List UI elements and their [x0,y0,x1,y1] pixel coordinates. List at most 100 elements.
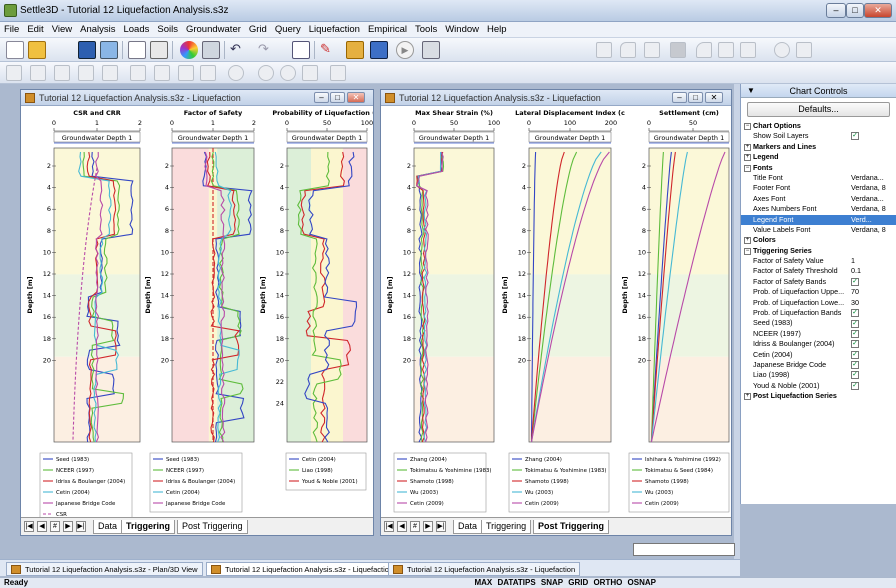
child-minimize-button[interactable]: – [672,92,687,103]
grid-a-icon[interactable] [6,65,22,81]
property-category[interactable]: + Colors [741,235,896,245]
calculator-icon[interactable] [422,41,440,59]
property-row[interactable]: Title Font Verdana... [741,173,896,183]
prev-nav-icon[interactable]: ◀ [37,521,47,532]
nodes-icon[interactable] [796,42,812,58]
window-tab-plan3d[interactable]: Tutorial 12 Liquefaction Analysis.s3z - … [6,562,203,576]
property-value[interactable]: Verdana, 8 [851,204,886,214]
tab-triggering[interactable]: Triggering [481,520,532,534]
property-row[interactable]: Liao (1998) ✓ [741,370,896,380]
property-value[interactable]: Verdana, 8 [851,225,886,235]
frame-icon[interactable] [644,42,660,58]
child-close-button[interactable]: ✕ [705,92,723,103]
menu-soils[interactable]: Soils [153,22,182,35]
property-row[interactable]: NCEER (1997) ✓ [741,329,896,339]
menu-file[interactable]: File [0,22,23,35]
property-row[interactable]: Axes Numbers Font Verdana, 8 [741,204,896,214]
property-row[interactable]: Youd & Noble (2001) ✓ [741,381,896,391]
tab-data[interactable]: Data [453,520,483,534]
property-row[interactable]: Prob. of Liquefaction Bands ✓ [741,308,896,318]
box-icon[interactable] [596,42,612,58]
checkbox[interactable]: ✓ [851,360,859,370]
property-row[interactable]: Footer Font Verdana, 8 [741,183,896,193]
wedge-icon[interactable] [718,42,734,58]
property-category[interactable]: + Post Liquefaction Series [741,391,896,401]
window-tab-liquefaction-1[interactable]: Tutorial 12 Liquefaction Analysis.s3z - … [206,562,399,576]
image-icon[interactable] [202,41,220,59]
menu-analysis[interactable]: Analysis [76,22,119,35]
first-nav-icon[interactable]: |◀ [384,521,394,532]
print-preview-icon[interactable] [128,41,146,59]
rotate-icon[interactable] [774,42,790,58]
load-icon[interactable] [200,65,216,81]
color-wheel-icon[interactable] [180,41,198,59]
checkbox[interactable]: ✓ [851,339,859,349]
checkbox[interactable]: ✓ [851,329,859,339]
nodes-small-icon[interactable] [102,65,118,81]
last-nav-icon[interactable]: ▶| [436,521,446,532]
property-category[interactable]: − Triggering Series [741,246,896,256]
property-row[interactable]: Value Labels Font Verdana, 8 [741,225,896,235]
expand-icon[interactable]: + [744,237,751,245]
grid-box-icon[interactable] [670,42,686,58]
chart-icon[interactable] [346,41,364,59]
save-all-icon[interactable] [100,41,118,59]
undo-icon[interactable]: ↶ [230,41,248,59]
menu-window[interactable]: Window [441,22,483,35]
property-row[interactable]: Factor of Safety Bands ✓ [741,277,896,287]
property-row[interactable]: Prob. of Liquefaction Uppe... 70 [741,287,896,297]
last-nav-icon[interactable]: ▶| [76,521,86,532]
next-nav-icon[interactable]: ▶ [63,521,73,532]
menu-edit[interactable]: Edit [23,22,47,35]
network-icon[interactable] [130,65,146,81]
grid-d-icon[interactable] [78,65,94,81]
curve-box-icon[interactable] [620,42,636,58]
play-icon[interactable]: ▶ [396,41,414,59]
child-restore-button[interactable]: □ [688,92,703,103]
maximize-button[interactable]: □ [846,3,864,18]
pen-icon[interactable]: ✎ [320,41,338,59]
property-category[interactable]: + Legend [741,152,896,162]
menu-tools[interactable]: Tools [411,22,441,35]
property-row[interactable]: Japanese Bridge Code ✓ [741,360,896,370]
pan-icon[interactable] [302,65,318,81]
property-value[interactable]: Verd... [851,215,872,225]
expand-icon[interactable]: − [744,247,751,255]
property-value[interactable]: 1 [851,256,855,266]
grid-b-icon[interactable] [30,65,46,81]
new-file-icon[interactable] [6,41,24,59]
expand-icon[interactable]: − [744,164,751,172]
checkbox[interactable]: ✓ [851,350,859,360]
menu-grid[interactable]: Grid [245,22,271,35]
zoom-out-icon[interactable] [280,65,296,81]
prev-nav-icon[interactable]: ◀ [397,521,407,532]
property-row[interactable]: Show Soil Layers ✓ [741,131,896,141]
hash-nav-icon[interactable]: # [410,521,420,532]
property-row[interactable]: Cetin (2004) ✓ [741,350,896,360]
property-row[interactable]: Prob. of Liquefaction Lowe... 30 [741,298,896,308]
child-close-button[interactable]: ✕ [347,92,365,103]
grid-c-icon[interactable] [54,65,70,81]
property-row[interactable]: Legend Font Verd... [741,214,896,225]
property-category[interactable]: − Chart Options [741,121,896,131]
next-nav-icon[interactable]: ▶ [423,521,433,532]
collapse-arrow-icon[interactable]: ▼ [747,84,755,98]
property-row[interactable]: Factor of Safety Threshold 0.1 [741,266,896,276]
first-nav-icon[interactable]: |◀ [24,521,34,532]
expand-icon[interactable]: + [744,154,751,162]
property-value[interactable]: 30 [851,298,859,308]
hash-nav-icon[interactable]: # [50,521,60,532]
property-category[interactable]: + Markers and Lines [741,142,896,152]
expand-icon[interactable]: + [744,393,751,401]
checkbox[interactable]: ✓ [851,318,859,328]
checkbox[interactable]: ✓ [851,308,859,318]
checkbox[interactable]: ✓ [851,277,859,287]
split-view-icon[interactable] [292,41,310,59]
menu-view[interactable]: View [48,22,76,35]
tab-post-triggering[interactable]: Post Triggering [177,520,248,534]
menu-help[interactable]: Help [483,22,511,35]
menu-liquefaction[interactable]: Liquefaction [305,22,364,35]
report-icon[interactable] [370,41,388,59]
property-value[interactable]: 70 [851,287,859,297]
checkbox[interactable]: ✓ [851,381,859,391]
